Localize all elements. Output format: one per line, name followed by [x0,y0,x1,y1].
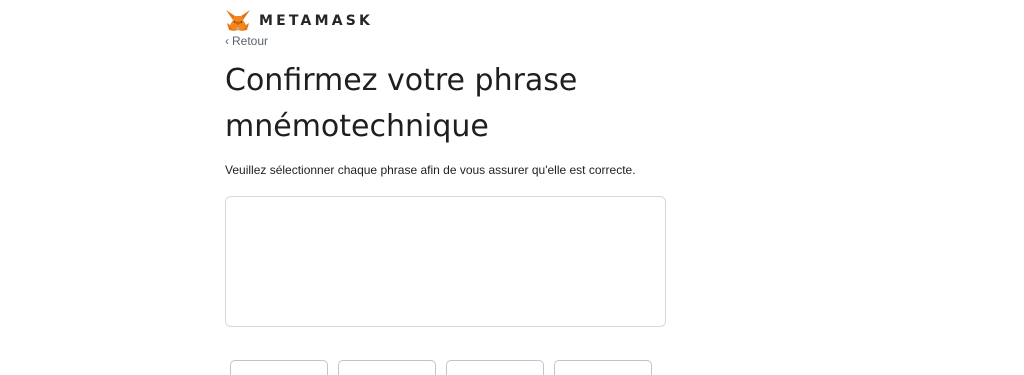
back-button[interactable]: ‹ Retour [225,34,268,48]
word-button[interactable] [446,360,544,375]
brand-name: METAMASK [259,13,374,29]
metamask-fox-icon [226,10,250,31]
metamask-logo: METAMASK [225,9,373,33]
page-subtitle: Veuillez sélectionner chaque phrase afin… [225,163,636,177]
page-title: Confirmez votre phrase mnémotechnique [225,63,578,144]
word-button[interactable] [554,360,652,375]
page: METAMASK ‹ Retour Confirmez votre phrase… [0,0,1024,375]
word-choices [230,360,652,375]
word-button[interactable] [230,360,328,375]
back-label: Retour [232,34,269,48]
selected-words-area[interactable] [225,196,666,327]
word-button[interactable] [338,360,436,375]
chevron-left-icon: ‹ [225,34,229,48]
